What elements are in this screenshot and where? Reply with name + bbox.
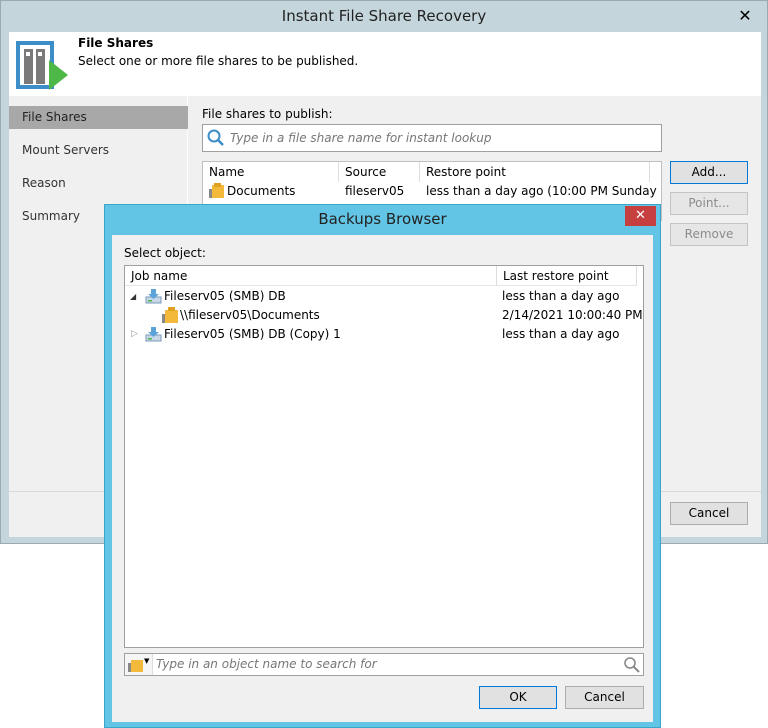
cancel-button[interactable]: Cancel [670, 502, 748, 525]
column-header-name[interactable]: Name [203, 162, 339, 182]
close-button[interactable]: ✕ [729, 3, 761, 29]
column-header-restore-point[interactable]: Restore point [420, 162, 650, 182]
job-name: Fileserv05 (SMB) DB [164, 289, 286, 303]
publish-label: File shares to publish: [202, 107, 333, 121]
column-header-last-restore-point[interactable]: Last restore point [497, 266, 637, 286]
job-name: Fileserv05 (SMB) DB (Copy) 1 [164, 327, 341, 341]
object-search-input[interactable]: ▼ Type in an object name to search for [124, 653, 644, 676]
add-button[interactable]: Add... [670, 161, 748, 184]
backup-tree: Job name Last restore point ◢ Fileserv05… [124, 265, 644, 648]
point-button[interactable]: Point... [670, 192, 748, 215]
file-share-name: \\fileserv05\Documents [180, 308, 320, 322]
search-type-dropdown[interactable]: ▼ [125, 654, 153, 675]
cell-source: fileserv05 [345, 184, 405, 198]
search-placeholder: Type in an object name to search for [156, 657, 377, 671]
select-object-label: Select object: [124, 246, 206, 260]
header-title: File Shares [78, 36, 154, 50]
remove-button[interactable]: Remove [670, 223, 748, 246]
last-restore-point: less than a day ago [502, 289, 620, 303]
nav-item-file-shares[interactable]: File Shares [9, 106, 188, 129]
file-share-wizard-icon [16, 41, 68, 90]
backup-job-icon [145, 289, 162, 304]
nav-item-reason[interactable]: Reason [9, 172, 188, 195]
search-placeholder: Type in a file share name for instant lo… [230, 131, 492, 145]
cell-restore-point: less than a day ago (10:00 PM Sunday 2..… [426, 184, 660, 198]
column-header-source[interactable]: Source [339, 162, 420, 182]
expand-arrow-icon[interactable]: ▷ [131, 325, 138, 344]
dialog-close-button[interactable]: ✕ [625, 206, 656, 226]
backup-job-icon [145, 327, 162, 342]
search-icon [207, 129, 224, 146]
last-restore-point: 2/14/2021 10:00:40 PM [502, 308, 643, 322]
tree-row[interactable]: \\fileserv05\Documents 2/14/2021 10:00:4… [125, 306, 643, 325]
column-header-job-name[interactable]: Job name [125, 266, 497, 286]
file-share-icon [128, 660, 143, 672]
tree-row[interactable]: ◢ Fileserv05 (SMB) DB less than a day ag… [125, 287, 643, 306]
dialog-title: Backups Browser [318, 210, 447, 228]
last-restore-point: less than a day ago [502, 327, 620, 341]
dialog-cancel-button[interactable]: Cancel [565, 686, 644, 709]
chevron-down-icon: ▼ [144, 657, 150, 665]
nav-item-mount-servers[interactable]: Mount Servers [9, 139, 188, 162]
ok-button[interactable]: OK [479, 686, 557, 709]
file-share-search-input[interactable]: Type in a file share name for instant lo… [202, 124, 662, 152]
header-subtitle: Select one or more file shares to be pub… [78, 54, 359, 68]
collapse-arrow-icon[interactable]: ◢ [130, 287, 136, 306]
backups-browser-dialog: Backups Browser ✕ Select object: Job nam… [104, 204, 661, 728]
table-row[interactable]: Documents fileserv05 less than a day ago… [203, 182, 661, 201]
wizard-header: File Shares Select one or more file shar… [9, 32, 761, 96]
file-share-icon [162, 307, 178, 323]
cell-name: Documents [227, 184, 296, 198]
search-icon[interactable] [623, 656, 641, 674]
window-title: Instant File Share Recovery [281, 7, 487, 25]
tree-row[interactable]: ▷ Fileserv05 (SMB) DB (Copy) 1 less than… [125, 325, 643, 344]
dialog-body: Select object: Job name Last restore poi… [112, 235, 653, 722]
